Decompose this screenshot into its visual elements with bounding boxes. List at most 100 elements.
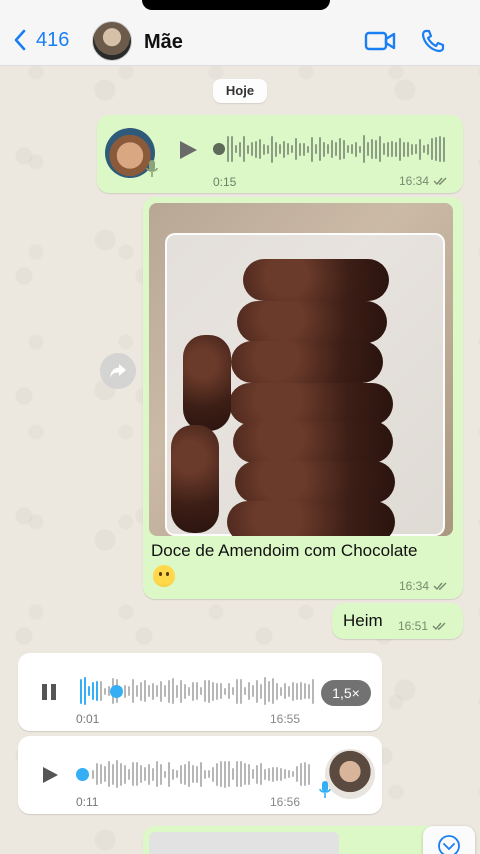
waveform-bar [144,680,146,702]
date-chip: Hoje [213,79,267,103]
waveform-bar [415,144,417,154]
waveform-bar [284,769,286,779]
video-icon[interactable] [364,28,396,54]
waveform-bar [212,681,214,701]
waveform-bar [280,686,282,696]
voice-duration: 0:11 [76,795,99,809]
unread-count: 416 [36,28,70,51]
message-time: 16:51 [398,619,448,633]
waveform-bar [287,143,289,155]
double-check-icon [432,622,446,631]
waveform-bar [96,681,98,701]
waveform-bar [292,681,294,701]
waveform-bar [248,682,250,700]
voice-message-incoming[interactable]: 0:11 16:56 [18,736,382,814]
text-message-outgoing[interactable]: Heim 16:51 [332,603,463,639]
waveform-bar [300,682,302,700]
waveform-bar [160,763,162,785]
waveform-bar [276,682,278,700]
waveform-bar [104,687,106,695]
waveform-bar [363,135,365,163]
waveform-bar [231,136,233,162]
pause-icon[interactable] [40,683,58,701]
chevron-down-icon [438,835,460,854]
waveform-bar [347,145,349,153]
waveform-bar [423,145,425,153]
waveform-bar [303,142,305,156]
waveform-bar [355,141,357,157]
scroll-to-bottom-button[interactable] [423,826,475,854]
brownie-log [231,341,383,383]
waveform[interactable] [227,134,445,164]
waveform-bar [132,679,134,703]
waveform-bar [212,766,214,782]
voice-elapsed: 0:01 [76,712,100,726]
waveform-bar [176,770,178,778]
waveform-bar [308,763,310,785]
back-button[interactable]: 416 [12,28,69,52]
play-icon[interactable] [40,765,60,785]
waveform-bar [280,767,282,781]
waveform-bar [196,765,198,783]
waveform-bar [387,141,389,157]
waveform-bar [140,681,142,701]
voice-duration: 0:15 [213,175,237,189]
waveform-bar [267,144,269,154]
waveform-bar [228,683,230,699]
chevron-left-icon [14,29,26,51]
playback-scrubber[interactable] [76,768,89,781]
waveform-bar [148,763,150,785]
waveform-bar [248,763,250,785]
brownie-log [227,501,395,536]
waveform-bar [311,136,313,162]
forward-button[interactable] [100,353,136,389]
waveform-bar [216,762,218,786]
mic-icon [319,781,331,798]
waveform-bar [172,678,174,704]
waveform-bar [88,686,90,696]
waveform-bar [411,143,413,155]
waveform-bar [236,678,238,704]
waveform-bar [92,682,94,700]
waveform-bar [228,761,230,787]
waveform-bar [304,683,306,699]
waveform-bar [264,768,266,780]
voice-message-incoming[interactable]: 1,5× 0:01 16:55 [18,653,382,731]
waveform-bar [100,764,102,784]
contact-name[interactable]: Mãe [144,31,183,54]
waveform-bar [188,686,190,696]
waveform-bar [244,763,246,785]
waveform-bar [128,768,130,780]
phone-icon[interactable] [420,28,446,54]
voice-message-outgoing[interactable]: 0:15 16:34 [97,115,463,193]
waveform-bar [220,761,222,787]
playback-speed-button[interactable]: 1,5× [321,680,371,706]
waveform-bar [268,767,270,781]
waveform-bar [431,138,433,160]
brownie-photo[interactable] [149,203,453,536]
playback-scrubber[interactable] [213,143,225,155]
waveform-bar [84,677,86,705]
waveform[interactable] [92,759,310,789]
waveform-bar [279,144,281,154]
photo-message-outgoing[interactable] [143,826,463,854]
waveform-bar [296,682,298,700]
waveform-bar [244,687,246,695]
waveform-bar [272,678,274,704]
waveform-bar [367,142,369,156]
playback-scrubber[interactable] [110,685,123,698]
waveform-bar [152,682,154,700]
photo-message-outgoing[interactable]: Doce de Amendoim com Chocolate 16:34 [143,197,463,599]
brownie-log [235,461,395,503]
waveform-bar [291,145,293,153]
play-icon[interactable] [177,139,199,161]
waveform-bar [304,762,306,786]
waveform-bar [359,145,361,153]
waveform-bar [176,684,178,698]
waveform-bar [140,765,142,783]
waveform-bar [120,762,122,786]
waveform-bar [299,142,301,156]
waveform-bar [247,144,249,154]
brownie-log [183,335,231,431]
contact-avatar[interactable] [92,21,132,61]
